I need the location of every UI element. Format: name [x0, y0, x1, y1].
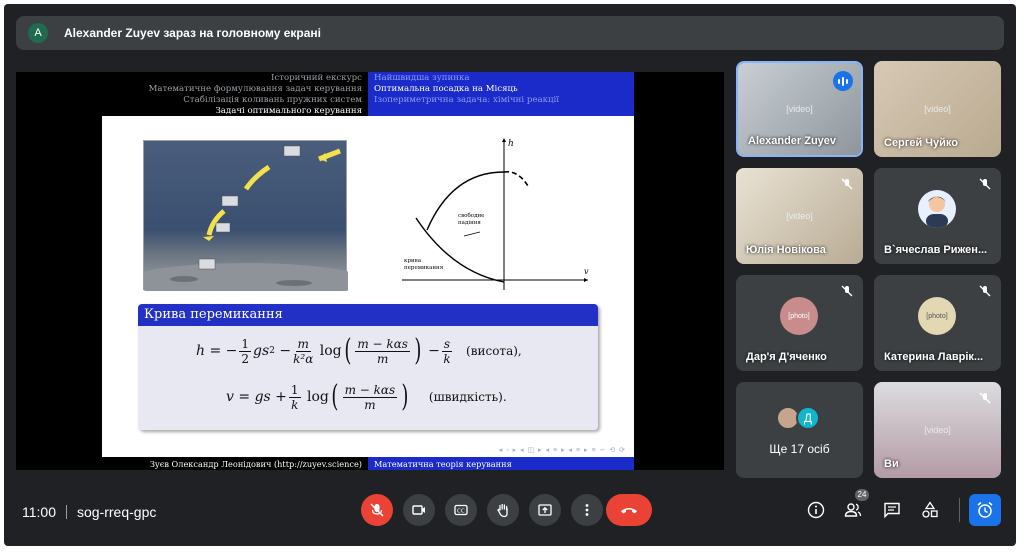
section-item: Історичний екскурс [271, 73, 362, 83]
graph-label-switch-2: перемикання [404, 265, 444, 271]
graph-axis-v: v [584, 267, 589, 276]
mic-off-icon [977, 283, 993, 299]
mic-off-icon [370, 503, 384, 517]
shapes-icon [922, 501, 938, 518]
beamer-nav-icons[interactable]: ◂ ▫ ▸ ◂ ◫ ▸ ◂ ≡ ▸ ◂ ≡ ▸ ≡ ∽ ⟲ ⟳ [499, 446, 626, 454]
moon-landing-illustration [143, 140, 348, 291]
closed-captions-icon: CC [454, 504, 468, 516]
participant-name: Alexander Zuyev [748, 135, 837, 147]
more-vert-icon [585, 504, 589, 516]
graph-label-switch: крива [404, 258, 422, 264]
mic-off-icon [839, 283, 855, 299]
people-icon [844, 503, 862, 517]
participant-name: Сергей Чуйко [884, 137, 958, 149]
mic-off-icon [839, 176, 855, 192]
participant-name: Ви [884, 458, 899, 470]
section-item: Математичне формулювання задач керування [148, 84, 362, 94]
leave-call-button[interactable] [606, 494, 652, 526]
participant-tile-self[interactable]: [video] Ви [874, 382, 1001, 478]
svg-text:CC: CC [457, 509, 465, 515]
meet-window: A Alexander Zuyev зараз на головному екр… [4, 4, 1016, 546]
meeting-details-button[interactable] [804, 498, 828, 522]
block-body: h = − 12 gs 2 − m k²α log ( m − kαs m ) − s… [138, 326, 598, 430]
people-button[interactable] [841, 498, 865, 522]
slide-header-subsections: Найшвидша зупинка Оптимальна посадка на … [368, 72, 634, 116]
participant-avatar: [photo] [918, 297, 956, 335]
beamer-slide: Історичний екскурс Математичне формулюва… [102, 72, 634, 470]
footer-author: Зуєв Олександр Леонідович (http://zuyev.… [102, 457, 368, 470]
graph-axis-h: h [508, 139, 514, 149]
toolbar-divider [959, 498, 960, 522]
speaking-indicator-icon [833, 71, 853, 91]
camera-toggle-button[interactable] [403, 494, 435, 526]
mic-off-icon [977, 176, 993, 192]
slide-footer: Зуєв Олександр Леонідович (http://zuyev.… [102, 457, 634, 470]
block-title: Крива перемикання [138, 304, 598, 326]
switching-curve-graph: h v свободне падіння крива перемикання [402, 138, 589, 290]
participant-name: Юлія Новікова [746, 244, 826, 256]
meeting-code: sog-rreq-gpc [77, 504, 157, 520]
participant-avatar-letter: Д [796, 406, 820, 430]
slide-header-sections: Історичний екскурс Математичне формулюва… [102, 72, 368, 116]
eq2-label: (швидкість). [428, 390, 507, 404]
people-count-badge: 24 [855, 489, 869, 501]
switching-curve-block: Крива перемикання h = − 12 gs 2 − m k²α lo… [138, 304, 598, 430]
participant-avatar [918, 190, 956, 228]
participant-tile-serhiy[interactable]: [video] Сергей Чуйко [874, 61, 1001, 157]
raise-hand-button[interactable] [487, 494, 519, 526]
more-options-button[interactable] [571, 494, 603, 526]
mic-off-icon [977, 390, 993, 406]
subsection-item-current: Оптимальна посадка на Місяць [374, 84, 518, 94]
captions-button[interactable]: CC [445, 494, 477, 526]
section-item-current: Задачі оптимального керування [215, 106, 362, 116]
hang-up-icon [621, 508, 637, 514]
participant-name: Дар'я Д'яченко [746, 351, 827, 363]
participant-tile-viacheslav[interactable]: В`ячеслав Рижен... [874, 168, 1001, 264]
participant-tile-others[interactable]: Д Ще 17 осіб [736, 382, 863, 478]
equation-height: h = − 12 gs 2 − m k²α log ( m − kαs m ) − s… [196, 333, 522, 368]
chat-icon [884, 502, 900, 519]
others-count-label: Ще 17 осіб [769, 442, 830, 456]
slide-header: Історичний екскурс Математичне формулюва… [102, 72, 634, 116]
participant-tile-kateryna[interactable]: [photo] Катерина Лаврік... [874, 275, 1001, 371]
activities-button[interactable] [918, 498, 942, 522]
participant-name: В`ячеслав Рижен... [884, 244, 988, 256]
participant-tile-alexander[interactable]: [video] Alexander Zuyev [736, 61, 863, 157]
hand-icon [497, 503, 508, 518]
participant-tile-yuliia[interactable]: [video] Юлія Новікова [736, 168, 863, 264]
graph-label-free-fall-2: падіння [458, 220, 481, 226]
alarm-clock-icon [977, 501, 993, 518]
mic-toggle-button[interactable] [361, 494, 393, 526]
video-camera-icon [412, 505, 425, 515]
participant-tile-daria[interactable]: [photo] Дар'я Д'яченко [736, 275, 863, 371]
footer-title: Математична теорія керування [368, 457, 634, 470]
host-controls-button[interactable] [969, 494, 1001, 526]
meeting-info: 11:00 sog-rreq-gpc [22, 504, 156, 520]
eq1-label: (висота), [466, 344, 522, 358]
presenting-text: Alexander Zuyev зараз на головному екран… [64, 26, 322, 40]
section-item: Стабілізація коливань пружних систем [183, 95, 362, 105]
equation-velocity: v = gs + 1k log ( m − kαs m ) (швидкість)… [226, 379, 507, 414]
present-screen-button[interactable] [529, 494, 561, 526]
graph-label-free-fall: свободне [458, 212, 484, 219]
presenting-banner: A Alexander Zuyev зараз на головному екр… [16, 16, 1004, 50]
subsection-item: Ізопериметрична задача: хімічні реакції [374, 95, 559, 105]
participant-name: Катерина Лаврік... [884, 351, 984, 363]
presenter-avatar: A [28, 23, 48, 43]
clock-time: 11:00 [22, 504, 56, 520]
present-screen-icon [538, 504, 552, 516]
participant-avatar: [photo] [780, 297, 818, 335]
subsection-item: Найшвидша зупинка [374, 73, 470, 83]
presentation-stage[interactable]: Історичний екскурс Математичне формулюва… [16, 72, 724, 470]
chat-button[interactable] [880, 498, 904, 522]
info-icon [807, 501, 825, 519]
